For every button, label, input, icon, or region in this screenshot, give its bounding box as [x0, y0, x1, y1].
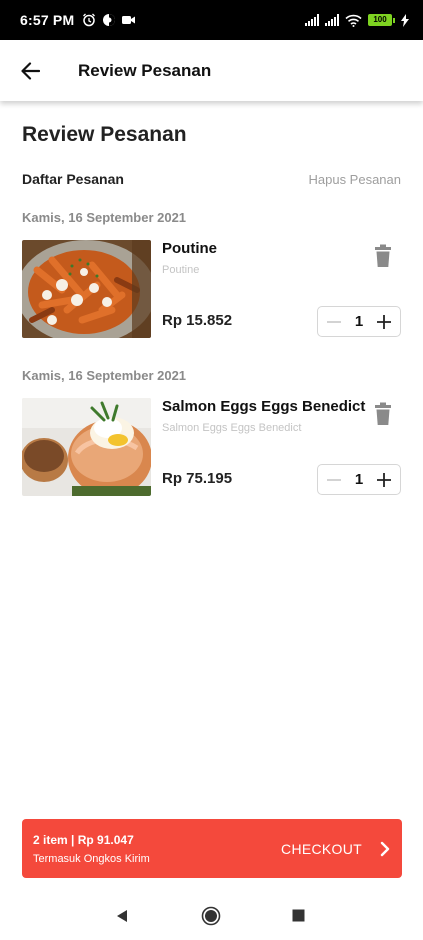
minus-icon: [327, 478, 341, 481]
order-item: Salmon Eggs Eggs Benedict Salmon Eggs Eg…: [22, 398, 401, 496]
decrement-button[interactable]: [324, 470, 344, 490]
charging-icon: [401, 13, 409, 27]
minus-icon: [327, 320, 341, 323]
item-name: Poutine: [162, 240, 217, 257]
battery-level: 100: [368, 14, 392, 26]
nav-back-button[interactable]: [92, 891, 152, 940]
status-time: 6:57 PM: [20, 12, 75, 28]
order-date: Kamis, 16 September 2021: [22, 210, 187, 225]
back-triangle-icon: [117, 909, 127, 922]
item-price: Rp 15.852: [162, 312, 233, 329]
arrow-left-icon: [21, 61, 40, 80]
page-title: Review Pesanan: [22, 123, 187, 146]
checkout-label: CHECKOUT: [281, 840, 362, 857]
quantity-value: 1: [354, 471, 364, 488]
trash-icon: [375, 244, 391, 267]
chevron-right-icon: [380, 841, 390, 856]
delete-item-button[interactable]: [373, 244, 393, 268]
checkout-action: CHECKOUT: [281, 841, 390, 857]
increment-button[interactable]: [374, 312, 394, 332]
app-bar-title: Review Pesanan: [78, 60, 212, 80]
home-circle-icon: [201, 906, 221, 925]
plus-icon: [377, 314, 391, 329]
signal-icon: [325, 14, 339, 26]
nav-home-button[interactable]: [181, 891, 241, 940]
status-notification-icons: [82, 13, 136, 27]
quantity-value: 1: [354, 313, 364, 330]
video-icon: [122, 16, 136, 24]
status-system-icons: 100: [305, 13, 409, 27]
system-nav-bar: [0, 891, 423, 940]
delete-item-button[interactable]: [373, 402, 393, 426]
battery-icon: 100: [368, 14, 395, 26]
back-button[interactable]: [0, 40, 60, 101]
order-item: Poutine Poutine Rp 15.852 1: [22, 240, 401, 338]
poutine-photo: [22, 240, 151, 338]
app-bar: Review Pesanan: [0, 40, 423, 101]
item-description: Salmon Eggs Eggs Benedict: [162, 422, 302, 434]
order-date: Kamis, 16 September 2021: [22, 368, 187, 383]
nav-recents-button[interactable]: [268, 891, 328, 940]
item-description: Poutine: [162, 264, 200, 276]
item-name: Salmon Eggs Eggs Benedict: [162, 398, 366, 415]
quantity-stepper: 1: [317, 306, 401, 337]
quantity-stepper: 1: [317, 464, 401, 495]
recents-square-icon: [292, 909, 304, 922]
checkout-summary: 2 item | Rp 91.047 Termasuk Ongkos Kirim: [33, 833, 150, 865]
item-price: Rp 75.195: [162, 470, 233, 487]
checkout-button[interactable]: 2 item | Rp 91.047 Termasuk Ongkos Kirim…: [22, 819, 402, 878]
eggs-benedict-photo: [22, 398, 151, 496]
list-header: Daftar Pesanan Hapus Pesanan: [22, 171, 401, 187]
increment-button[interactable]: [374, 470, 394, 490]
checkout-note: Termasuk Ongkos Kirim: [33, 852, 150, 865]
clear-orders-link[interactable]: Hapus Pesanan: [308, 172, 401, 187]
plus-icon: [377, 472, 391, 487]
alarm-icon: [83, 13, 96, 27]
order-group: Kamis, 16 September 2021: [22, 210, 401, 338]
trash-icon: [375, 402, 391, 425]
data-saver-icon: [103, 14, 116, 26]
status-bar: 6:57 PM 100: [0, 0, 423, 40]
decrement-button[interactable]: [324, 312, 344, 332]
list-label: Daftar Pesanan: [22, 171, 124, 187]
signal-icon: [305, 14, 319, 26]
checkout-total: 2 item | Rp 91.047: [33, 832, 134, 847]
order-group: Kamis, 16 September 2021: [22, 368, 401, 496]
wifi-icon: [345, 14, 362, 27]
